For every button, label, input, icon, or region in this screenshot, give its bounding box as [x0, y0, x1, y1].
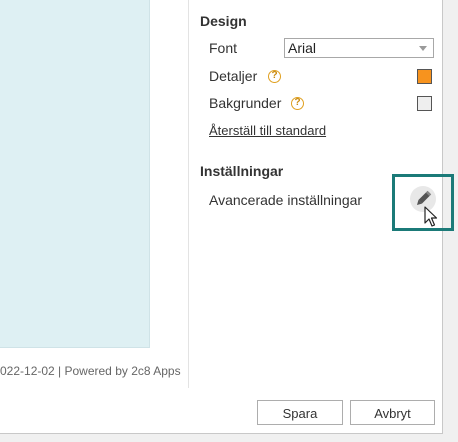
highlight-frame [392, 174, 454, 231]
dialog-panel: 022-12-02 | Powered by 2c8 Apps Design F… [0, 0, 454, 434]
preview-frame: 022-12-02 | Powered by 2c8 Apps [0, 0, 189, 388]
footer-text: 022-12-02 | Powered by 2c8 Apps [0, 364, 181, 378]
help-icon[interactable]: ? [291, 97, 304, 110]
reset-to-default-link[interactable]: Återställ till standard [209, 123, 326, 138]
details-label: Detaljer [209, 68, 258, 84]
help-icon[interactable]: ? [268, 70, 281, 83]
preview-area [0, 0, 150, 348]
cancel-button[interactable]: Avbryt [350, 400, 435, 425]
save-button[interactable]: Spara [257, 400, 343, 425]
font-label: Font [209, 40, 238, 56]
advanced-settings-label: Avancerade inställningar [209, 192, 363, 208]
font-select-value: Arial [288, 40, 317, 56]
settings-section-title: Inställningar [200, 163, 284, 179]
design-section-title: Design [200, 13, 247, 29]
font-select[interactable]: Arial [284, 38, 434, 58]
details-color-swatch[interactable] [417, 69, 432, 84]
background-color-swatch[interactable] [417, 96, 432, 111]
background-label: Bakgrunder [209, 95, 282, 111]
chevron-down-icon [419, 46, 427, 51]
